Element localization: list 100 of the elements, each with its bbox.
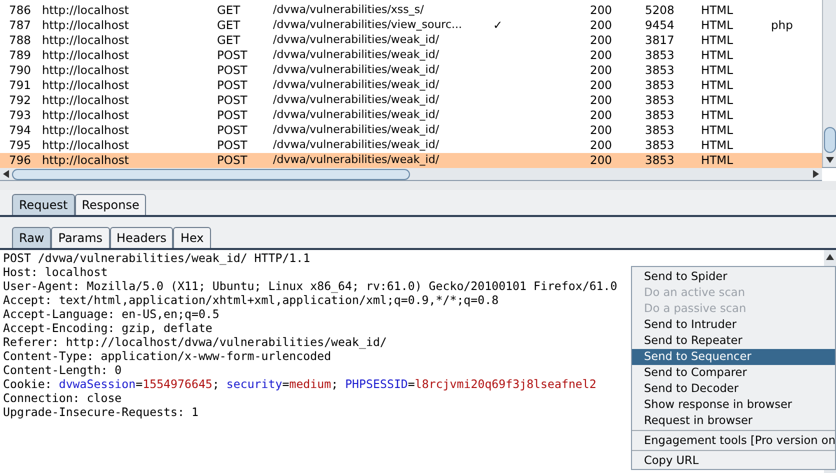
menu-item[interactable]: Engagement tools [Pro version on [632,433,835,449]
table-cell-text: 200 [590,2,613,19]
table-cell-text: 200 [590,122,613,139]
table-cell-text: /dvwa/vulnerabilities/xss_s/ [273,2,425,18]
scrollbar-thumb[interactable] [12,168,410,180]
request-line: Accept: text/html,application/xhtml+xml,application/xml;q=0.9,*/*;q=0.8 [3,293,499,307]
table-cell-text: HTML [701,62,734,79]
request-line: Cookie: dvwaSession=1554976645; security=medium; PHPSESSID=l8rcjvmi20q69f3j8lseafnel2 [3,377,596,391]
table-cell-text: /dvwa/vulnerabilities/weak_id/ [273,62,440,78]
table-cell-text: http://localhost [42,46,130,64]
tab[interactable]: Params [51,227,110,248]
table-cell-text: http://localhost [42,76,130,94]
table-cell-text: 200 [590,32,613,49]
menu-item[interactable]: Send to Comparer [632,365,835,381]
request-line: User-Agent: Mozilla/5.0 (X11; Ubuntu; Linux x86_64; rv:61.0) Gecko/20100101 Firefox/61.0 [3,279,618,293]
table-cell-text: 200 [590,106,613,124]
table-cell-text: http://localhost [42,136,130,154]
table-cell-text: 792 [8,92,32,109]
table-cell-text: /dvwa/vulnerabilities/weak_id/ [273,32,440,48]
menu-item[interactable]: Copy URL [632,453,835,469]
table-cell-text: /dvwa/vulnerabilities/weak_id/ [273,47,440,64]
table-cell-text: 787 [8,16,32,34]
table-cell-text: HTML [701,76,734,94]
menu-item[interactable]: Send to Decoder [632,381,835,397]
table-cell-text: 200 [590,152,613,169]
table-cell-text: 5208 [645,2,676,19]
request-line: Content-Length: 0 [3,363,122,377]
table-cell-text: POST [217,152,248,169]
table-cell-text: GET [217,2,242,19]
tab[interactable]: Response [74,194,146,215]
tab[interactable]: Request [12,194,75,215]
left-arrow-icon[interactable] [3,170,9,178]
menu-item[interactable]: Send to Intruder [632,317,835,333]
table-cell-text: POST [217,122,248,139]
vertical-scrollbar[interactable] [822,0,836,167]
table-cell-text: 3853 [645,76,676,94]
menu-item[interactable]: Send to Spider [632,269,835,285]
table-cell-text: 9454 [645,16,676,34]
table-cell-text: /dvwa/vulnerabilities/weak_id/ [273,152,440,168]
table-cell-text: 200 [590,76,613,94]
menu-item[interactable]: Send to Sequencer [632,349,835,365]
menu-item[interactable]: Send to Repeater [632,333,835,349]
table-cell-text: /dvwa/vulnerabilities/weak_id/ [273,137,440,154]
down-arrow-icon[interactable] [826,157,834,163]
up-arrow-icon[interactable] [826,254,834,260]
table-cell-text: GET [217,16,242,34]
table-cell-text: /dvwa/vulnerabilities/weak_id/ [273,107,440,124]
table-cell-text: HTML [701,122,734,139]
tab[interactable]: Hex [173,227,211,248]
table-cell-text: POST [217,92,248,109]
menu-item[interactable]: Show response in browser [632,397,835,413]
table-cell-text: 786 [8,2,32,19]
table-cell-text: 3853 [645,152,676,169]
table-cell-text: HTML [701,136,734,154]
table-cell-text: 3853 [645,46,676,64]
table-cell-text: HTML [701,16,734,34]
request-line: Upgrade-Insecure-Requests: 1 [3,405,198,419]
table-cell-text: 200 [590,136,613,154]
request-line: POST /dvwa/vulnerabilities/weak_id/ HTTP/1.1 [3,251,310,265]
table-cell-text: /dvwa/vulnerabilities/view_sourc... [273,17,463,34]
table-cell-text: HTML [701,32,734,49]
table-cell-text: 3853 [645,92,676,109]
table-cell-text: 200 [590,16,613,34]
table-cell-text: http://localhost [42,2,130,19]
table-cell-text: 795 [8,136,32,154]
horizontal-scrollbar[interactable] [0,168,822,181]
table-cell-text: 789 [8,46,32,64]
request-line: Content-Type: application/x-www-form-urlencoded [3,349,332,363]
request-line: Host: localhost [3,265,108,279]
table-cell-text: /dvwa/vulnerabilities/weak_id/ [273,77,440,94]
table-row[interactable]: 796 http://localhost POST /dvwa/vulnerabilities/weak_id/ 200 3853 HTML [0,153,822,168]
table-cell: ✓ [493,18,503,32]
table-cell-text: 788 [8,32,32,49]
table-cell-text: http://localhost [42,32,130,49]
table-cell-text: 796 [8,152,32,169]
table-cell-text: HTML [701,92,734,109]
table-cell-text: 3853 [645,106,676,124]
table-cell-text: http://localhost [42,16,130,34]
request-line: Referer: http://localhost/dvwa/vulnerabilities/weak_id/ [3,335,387,349]
table-cell-text: POST [217,136,248,154]
menu-item[interactable]: Request in browser [632,413,835,429]
scrollbar-thumb[interactable] [824,127,836,153]
table-cell-text: http://localhost [42,122,130,139]
tab[interactable]: Headers [110,227,174,248]
request-line: Connection: close [3,391,122,405]
table-cell-text: HTML [701,2,734,19]
table-cell-text: 200 [590,92,613,109]
table-cell-text: POST [217,62,248,79]
table-cell-text: 3817 [645,32,676,49]
request-line: Accept-Encoding: gzip, deflate [3,321,212,335]
table-cell-text: http://localhost [42,92,130,109]
table-cell-text: HTML [701,46,734,64]
right-arrow-icon[interactable] [813,170,819,178]
table-cell-text: HTML [701,152,734,169]
tab[interactable]: Raw [12,227,52,248]
table-cell-text: 3853 [645,122,676,139]
table-cell-text: 793 [8,106,32,124]
table-cell-text: POST [217,76,248,94]
table-cell-text: POST [217,46,248,64]
table-cell-text: /dvwa/vulnerabilities/weak_id/ [273,92,440,108]
